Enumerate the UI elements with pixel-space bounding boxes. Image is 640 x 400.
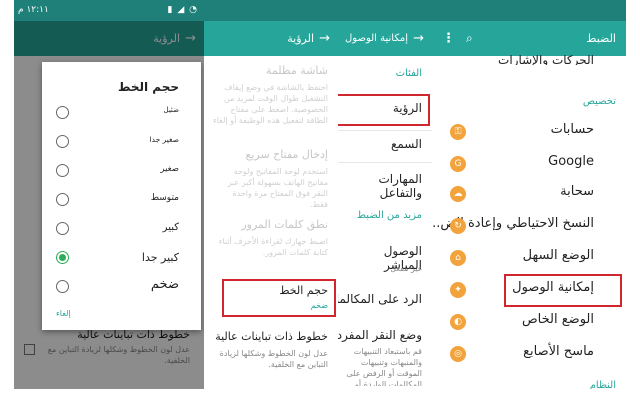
section-header-system: النظام: [589, 380, 616, 389]
font-size-dialog: حجم الخط ضئيل صغير جدا صغير متوسط كبير ك…: [42, 62, 201, 330]
status-bar: [204, 0, 338, 21]
settings-item-easy-mode[interactable]: الوضع السهل ⌂: [440, 248, 616, 270]
radio-button[interactable]: [56, 164, 69, 177]
motions-gestures-item[interactable]: الحركات والإشارات: [440, 53, 594, 65]
section-header-categories: الفئات: [395, 68, 422, 79]
cancel-button[interactable]: إلغاء: [56, 309, 71, 318]
divider: [338, 130, 432, 131]
option-label: كبير جدا: [141, 251, 179, 264]
item-label: سحابة: [560, 184, 594, 199]
page-title: الرؤية: [287, 32, 314, 45]
option-large[interactable]: كبير: [42, 214, 201, 244]
settings-item-accounts[interactable]: حسابات ⚿: [440, 122, 616, 144]
dark-screen-title[interactable]: شاشة مظلمة: [212, 64, 328, 77]
easy-mode-icon: ⌂: [450, 250, 466, 266]
divider: [338, 162, 432, 163]
search-icon[interactable]: ⌕: [466, 21, 473, 56]
page-title: إمكانية الوصول: [345, 33, 408, 44]
item-label: Google: [548, 154, 594, 169]
back-arrow-icon[interactable]: →: [413, 21, 424, 56]
key-icon: ⚿: [450, 124, 466, 140]
single-tap-title[interactable]: وضع النقر المفرد: [338, 328, 422, 342]
item-label: حسابات: [550, 122, 594, 137]
settings-item-google[interactable]: Google G: [440, 154, 616, 176]
quick-key-desc: استخدم لوحة المفاتيح ولوحة مفاتيح الهاتف…: [227, 167, 328, 209]
radio-button[interactable]: [56, 135, 69, 148]
panel-font-size-dialog: ١٢:١١ م ▮ ◢ ◔ → الرؤية خطوط ذات تباينات …: [14, 0, 204, 389]
fingerprint-icon: ◎: [450, 346, 466, 362]
option-huge[interactable]: ضخم: [42, 272, 201, 302]
option-extra-small[interactable]: صغير جدا: [42, 127, 201, 157]
answer-end-calls-title[interactable]: الرد على المكالمات وإنهاؤها: [338, 292, 422, 306]
item-label: الوضع الخاص: [521, 312, 594, 327]
option-small[interactable]: صغير: [42, 156, 201, 186]
app-bar: → الرؤية: [204, 21, 338, 56]
section-header-customize: تخصيص: [582, 96, 616, 107]
option-tiny[interactable]: ضئيل: [42, 98, 201, 128]
option-label: متوسط: [150, 193, 179, 203]
high-contrast-title[interactable]: خطوط ذات تباينات عالية: [212, 330, 328, 343]
vision-highlight: [338, 94, 430, 126]
option-label: صغير جدا: [149, 135, 179, 144]
accessibility-icon: ✦: [450, 282, 466, 298]
google-icon: G: [450, 156, 466, 172]
item-label: الوضع السهل: [522, 248, 594, 263]
page-title: الضبط: [586, 32, 616, 45]
settings-item-backup[interactable]: النسخ الاحتياطي وإعادة الض.. ↻: [432, 216, 616, 238]
item-label: ماسح الأصابع: [523, 344, 594, 359]
private-mode-icon: ◐: [450, 314, 466, 330]
status-bar: [432, 0, 626, 21]
speak-passwords-desc: اضبط جهازك لقراءة الأحرف أثناء كتابة كلم…: [218, 237, 328, 257]
radio-button[interactable]: [56, 193, 69, 206]
panel-vision-settings: → الرؤية شاشة مظلمة احتفظ بالشاشة في وضع…: [204, 0, 338, 389]
app-bar: الضبط ⌕ ⋮: [432, 21, 626, 56]
status-icons: ▮ ◢ ◔: [167, 5, 198, 15]
status-bar: ١٢:١١ م ▮ ◢ ◔: [14, 0, 204, 21]
panel-accessibility: → إمكانية الوصول الفئات الرؤية السمع الم…: [338, 0, 432, 389]
settings-item-fingerprint[interactable]: ماسح الأصابع ◎: [440, 344, 616, 366]
status-bar: [338, 0, 432, 21]
font-size-highlight: [222, 279, 336, 317]
option-extra-large[interactable]: كبير جدا: [42, 243, 201, 273]
cloud-icon: ☁: [450, 186, 466, 202]
status-time: ١٢:١١ م: [18, 5, 49, 15]
option-label: ضخم: [150, 277, 179, 292]
option-label: كبير: [162, 222, 179, 233]
option-medium[interactable]: متوسط: [42, 185, 201, 215]
backup-icon: ↻: [450, 218, 466, 234]
single-tap-desc: قم باستبعاد التنبيهات والمنبهات وتنبيهات…: [346, 347, 422, 386]
quick-key-title[interactable]: إدخال مفتاح سريع: [212, 148, 328, 161]
radio-button[interactable]: [56, 222, 69, 235]
direct-access-status: غير مفعل: [390, 264, 422, 273]
panel-settings: الضبط ⌕ ⋮ الحركات والإشارات تخصيص حسابات…: [432, 0, 626, 389]
speak-passwords-title[interactable]: نطق كلمات المرور: [212, 218, 328, 231]
settings-item-cloud[interactable]: سحابة ☁: [440, 184, 616, 206]
option-label: صغير: [160, 164, 179, 174]
more-options-icon[interactable]: ⋮: [442, 21, 455, 56]
dialog-title: حجم الخط: [117, 80, 179, 94]
accessibility-highlight: [504, 274, 622, 307]
dark-screen-desc: احتفظ بالشاشة في وضع إيقاف التشغيل طوال …: [212, 83, 328, 125]
category-hearing[interactable]: السمع: [346, 137, 422, 151]
radio-button[interactable]: [56, 106, 69, 119]
section-header-more: مزيد من الضبط: [356, 210, 422, 221]
back-arrow-icon[interactable]: →: [319, 21, 330, 56]
settings-item-private-mode[interactable]: الوضع الخاص ◐: [440, 312, 616, 334]
radio-button-selected[interactable]: [56, 251, 69, 264]
high-contrast-desc: عدل لون الخطوط وشكلها لزيادة التباين مع …: [219, 349, 328, 369]
radio-button[interactable]: [56, 280, 69, 293]
app-bar: → إمكانية الوصول: [338, 21, 432, 56]
category-dexterity[interactable]: المهارات والتفاعل: [346, 172, 422, 200]
option-label: ضئيل: [163, 106, 179, 114]
